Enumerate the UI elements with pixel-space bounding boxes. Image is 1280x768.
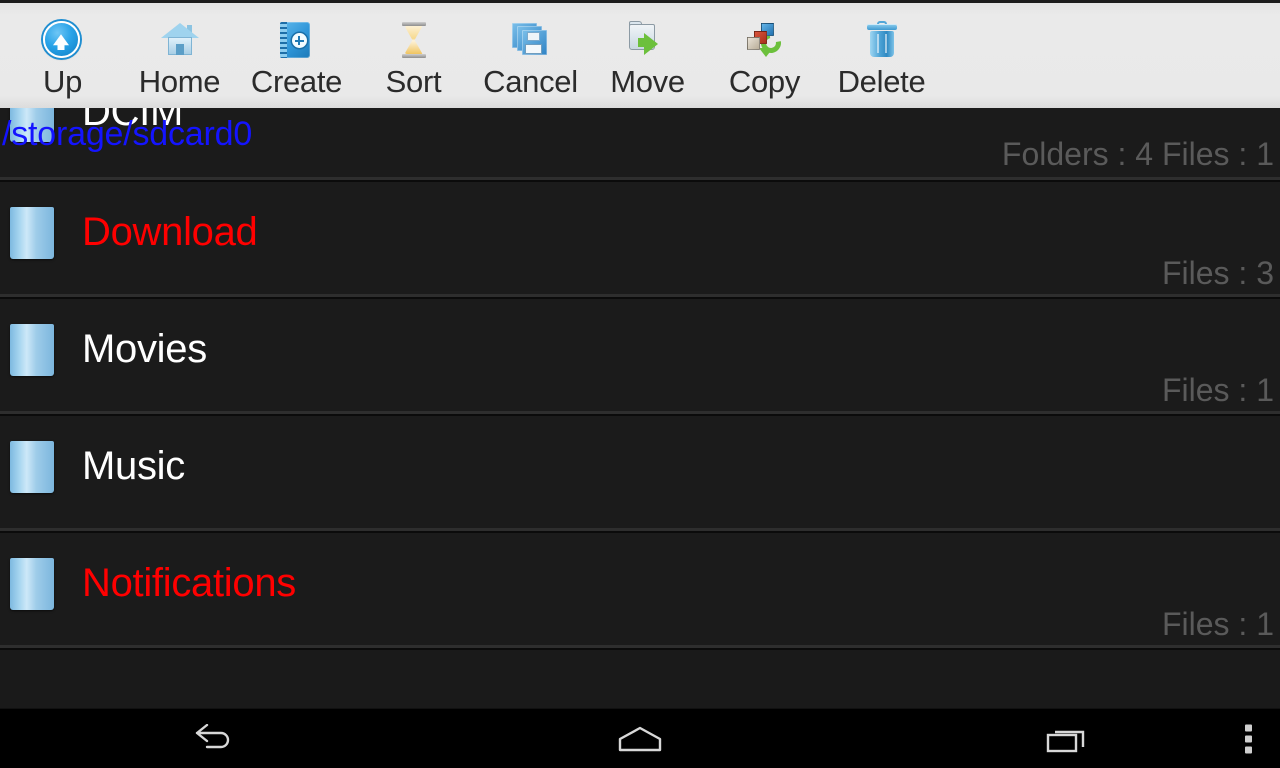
- list-item-name: Notifications: [82, 561, 296, 605]
- nav-home-button[interactable]: [427, 725, 854, 753]
- list-item-name: Download: [82, 210, 258, 254]
- move-button[interactable]: Move: [589, 3, 706, 108]
- file-manager-screen: Up Home Create Sort Cancel Move Copy Del…: [0, 0, 1280, 768]
- trash-can-icon: [862, 21, 902, 61]
- home-icon: [160, 21, 200, 61]
- sort-button[interactable]: Sort: [355, 3, 472, 108]
- home-button[interactable]: Home: [121, 3, 238, 108]
- list-item-count: Files : 3: [1161, 255, 1274, 291]
- cancel-button[interactable]: Cancel: [472, 3, 589, 108]
- move-button-label: Move: [610, 64, 685, 99]
- recent-apps-icon: [1045, 724, 1089, 754]
- new-notebook-icon: [277, 21, 317, 61]
- up-arrow-circle-icon: [42, 21, 83, 61]
- delete-button[interactable]: Delete: [823, 3, 940, 108]
- action-toolbar: Up Home Create Sort Cancel Move Copy Del…: [0, 0, 1280, 108]
- back-arrow-icon: [191, 723, 235, 754]
- nav-recents-button[interactable]: [853, 724, 1280, 754]
- home-button-label: Home: [138, 64, 221, 99]
- up-button-label: Up: [42, 64, 83, 99]
- home-pentagon-icon: [617, 725, 663, 753]
- nav-back-button[interactable]: [0, 723, 427, 754]
- create-button[interactable]: Create: [238, 3, 355, 108]
- copy-button[interactable]: Copy: [706, 3, 823, 108]
- folder-arrow-icon: [628, 21, 668, 61]
- list-item[interactable]: Notifications Files : 1: [0, 533, 1280, 650]
- file-list[interactable]: DCIM Folders : 4 Files : 1 Download File…: [0, 108, 1280, 708]
- copy-refresh-icon: [745, 21, 785, 61]
- list-item[interactable]: DCIM Folders : 4 Files : 1: [0, 108, 1280, 182]
- folder-icon: [10, 320, 62, 378]
- list-item-name: DCIM: [82, 108, 184, 134]
- copy-button-label: Copy: [728, 64, 801, 99]
- folder-icon: [10, 108, 62, 144]
- cancel-button-label: Cancel: [483, 64, 578, 99]
- list-item-name: Music: [82, 444, 185, 488]
- up-button[interactable]: Up: [4, 3, 121, 108]
- sort-button-label: Sort: [385, 64, 442, 99]
- overflow-menu-icon[interactable]: [1245, 720, 1252, 757]
- delete-button-label: Delete: [837, 64, 926, 99]
- create-button-label: Create: [250, 64, 343, 99]
- folder-icon: [10, 203, 62, 261]
- list-item-count: Files : 1: [1161, 606, 1274, 642]
- floppy-disks-icon: [511, 21, 551, 61]
- list-item-name: Movies: [82, 327, 207, 371]
- list-item-count: Files : 1: [1161, 372, 1274, 408]
- folder-icon: [10, 437, 62, 495]
- folder-icon: [10, 554, 62, 612]
- hourglass-icon: [394, 21, 434, 61]
- list-item[interactable]: Movies Files : 1: [0, 299, 1280, 416]
- list-item[interactable]: Download Files : 3: [0, 182, 1280, 299]
- list-item-count: Folders : 4 Files : 1: [1001, 136, 1274, 172]
- android-navigation-bar: [0, 708, 1280, 768]
- list-item[interactable]: Music: [0, 416, 1280, 533]
